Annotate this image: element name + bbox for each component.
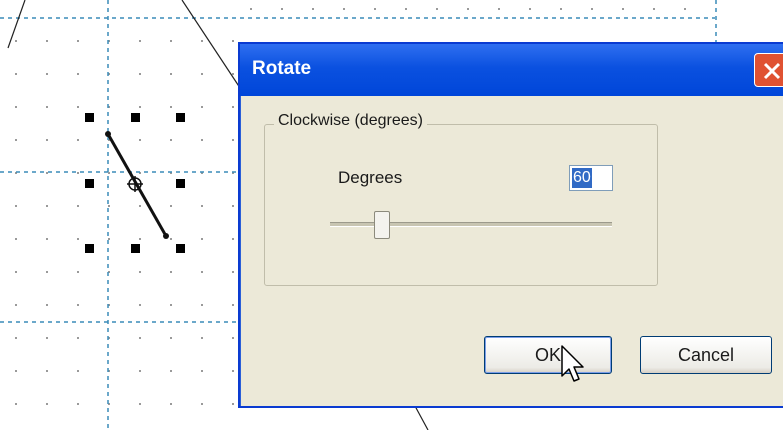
degrees-label: Degrees [338,168,403,187]
close-button[interactable] [754,53,783,87]
ok-button[interactable]: OK [484,336,612,374]
mouse-pointer-icon [561,345,584,382]
degrees-slider-thumb[interactable] [374,211,390,239]
line-endpoint-bottom [163,233,169,239]
line-endpoint-top [105,131,111,137]
handle-bottom-right [176,244,185,253]
degrees-slider-track[interactable] [330,222,612,227]
dialog-title: Rotate [252,58,312,79]
clockwise-groupbox [264,124,658,286]
title-bar[interactable]: Rotate [240,44,783,96]
degrees-input[interactable]: 60 [569,165,613,191]
handle-top-left [85,113,94,122]
handle-top-center [131,113,140,122]
handle-bottom-left [85,244,94,253]
rotate-dialog: Rotate Clockwise (degrees) Degrees 60 OK… [238,42,783,408]
close-icon [763,62,781,80]
diagonal-line-bottom [414,405,429,430]
degrees-input-value: 60 [572,168,592,188]
groupbox-label: Clockwise (degrees) [274,112,427,130]
selected-line [106,133,168,237]
handle-bottom-center [131,244,140,253]
selected-line-shape[interactable] [105,131,169,239]
handle-middle-right [176,179,185,188]
cancel-button[interactable]: Cancel [640,336,772,374]
handle-top-right [176,113,185,122]
handle-middle-left [85,179,94,188]
